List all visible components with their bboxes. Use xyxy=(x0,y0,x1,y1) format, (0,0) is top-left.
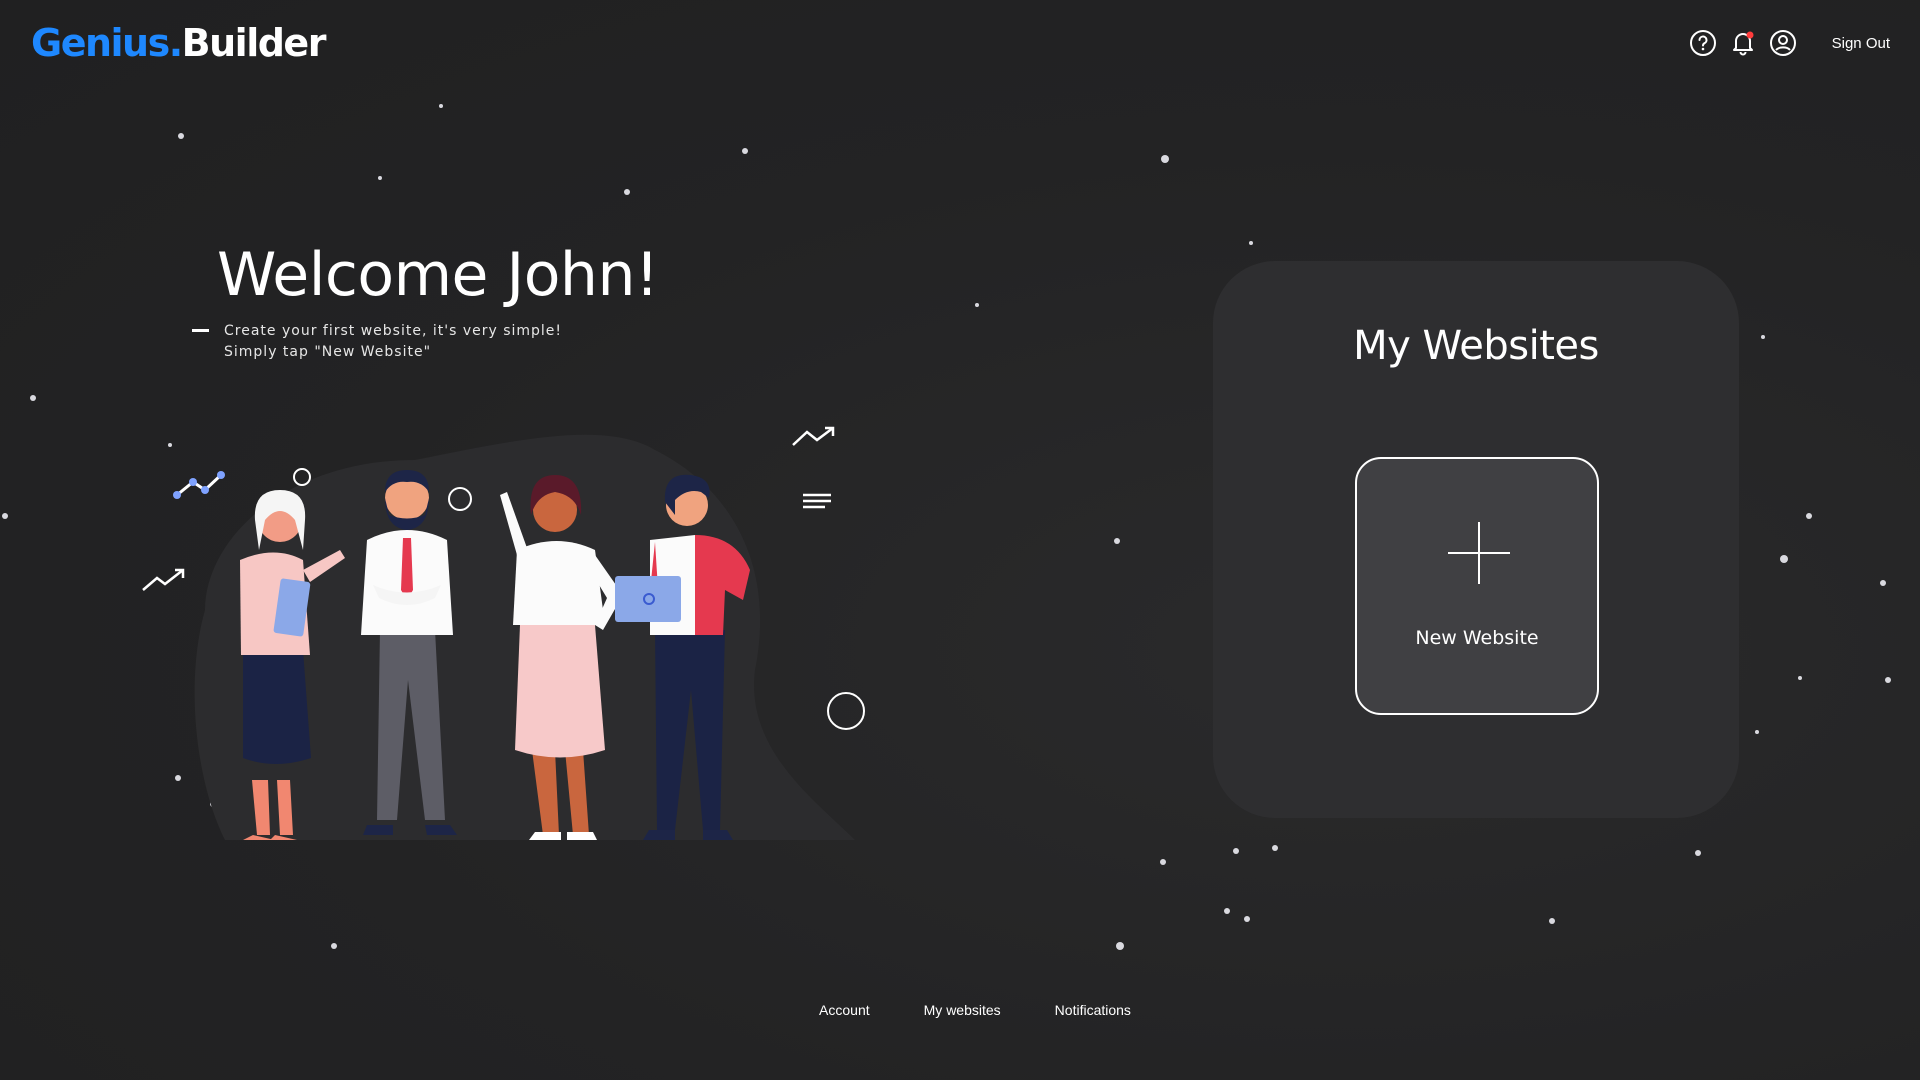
welcome-subtitle: Create your first website, it's very sim… xyxy=(224,321,562,363)
footer-link-account[interactable]: Account xyxy=(819,1002,870,1018)
trend-arrow-icon-right xyxy=(792,427,834,446)
welcome-subtitle-line-1: Create your first website, it's very sim… xyxy=(224,323,563,339)
laptop xyxy=(615,576,681,622)
trend-arrow-icon-left xyxy=(142,569,184,591)
new-website-label: New Website xyxy=(1415,627,1539,649)
my-websites-title: My Websites xyxy=(1353,323,1599,369)
team-illustration xyxy=(142,426,865,840)
logo-part-genius: Genius. xyxy=(31,21,183,65)
sign-out-link[interactable]: Sign Out xyxy=(1832,35,1890,52)
plus-icon xyxy=(1448,522,1510,584)
trend-chart-icon xyxy=(176,473,223,497)
new-website-button[interactable]: New Website xyxy=(1355,457,1599,715)
welcome-subtitle-line-2: Simply tap "New Website" xyxy=(224,344,432,360)
user-icon[interactable] xyxy=(1768,28,1798,58)
menu-lines-icon xyxy=(803,493,831,509)
footer-link-notifications[interactable]: Notifications xyxy=(1055,1002,1131,1018)
genius-builder-logo[interactable]: Genius.Builder xyxy=(31,20,327,66)
subtitle-dash xyxy=(192,329,209,332)
logo-part-builder: Builder xyxy=(181,21,327,65)
bell-icon[interactable] xyxy=(1728,28,1758,58)
help-icon[interactable] xyxy=(1688,28,1718,58)
welcome-heading: Welcome John! xyxy=(217,240,659,310)
top-navigation: Sign Out xyxy=(1678,26,1890,60)
footer-link-my-websites[interactable]: My websites xyxy=(924,1002,1001,1018)
decor-circle-small xyxy=(293,468,311,486)
my-websites-panel: My Websites New Website xyxy=(1213,261,1739,818)
footer-links: Account My websites Notifications xyxy=(0,1002,1920,1018)
decor-circle-large xyxy=(827,692,865,730)
notification-dot xyxy=(1746,31,1754,39)
